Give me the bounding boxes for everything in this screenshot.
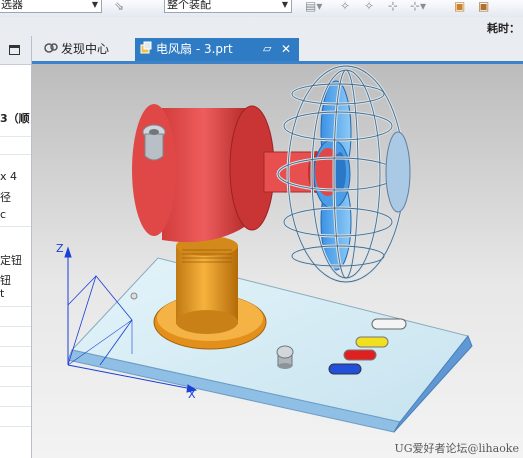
axis-z-label: Z xyxy=(56,242,64,255)
snap-mid-icon[interactable]: ⊹ xyxy=(388,0,398,13)
chevron-down-icon: ▼ xyxy=(281,0,289,9)
navigator-item[interactable]: x 4 xyxy=(0,170,17,183)
snap-point-icon[interactable]: ✧ xyxy=(340,0,350,13)
tab-menu-icon[interactable]: ▱ xyxy=(263,38,271,60)
snap-center-icon[interactable]: ⊹▾ xyxy=(410,0,426,13)
navigator-item[interactable]: 钮 xyxy=(0,272,11,288)
snap-end-icon[interactable]: ✧ xyxy=(364,0,374,13)
fan-model-view: Z X xyxy=(56,64,473,433)
blue-button[interactable] xyxy=(328,363,362,375)
navigator-item[interactable]: 3（顺 xyxy=(0,110,30,126)
assembly-icon[interactable]: ▣ xyxy=(478,0,489,13)
document-tab-strip: 发现中心 电风扇 - 3.prt ▱ ✕ xyxy=(32,36,523,64)
maximize-icon[interactable] xyxy=(9,45,20,55)
elapsed-time-label: 耗时： xyxy=(487,22,520,35)
filter-menu-icon[interactable]: ▤▾ xyxy=(305,0,322,13)
tab-fan-part[interactable]: 电风扇 - 3.prt ▱ ✕ xyxy=(135,38,299,61)
selection-filter-value: 选器 xyxy=(1,0,23,11)
white-button[interactable] xyxy=(371,318,407,330)
navigator-item[interactable]: c xyxy=(0,208,6,221)
axis-x-label: X xyxy=(188,388,196,401)
part-file-icon xyxy=(140,41,152,54)
selection-filter-dropdown[interactable]: 选器 ▼ xyxy=(0,0,102,13)
cap-screw[interactable] xyxy=(142,124,166,161)
navigator-item[interactable]: 定钮 xyxy=(0,252,22,268)
datum-point xyxy=(130,292,138,300)
status-bar: 耗时： xyxy=(0,17,523,37)
tab-label: 电风扇 - 3.prt xyxy=(156,42,233,56)
part-icon[interactable]: ▣ xyxy=(454,0,465,13)
navigator-item[interactable]: 径 xyxy=(0,189,11,205)
snap-icon[interactable]: ⇘ xyxy=(114,0,124,13)
red-button[interactable] xyxy=(343,349,377,361)
top-toolbar: 选器 ▼ ⇘ 整个装配 ▼ ▤▾ ✧ ✧ ⊹ ⊹▾ ▣ ▣ xyxy=(0,0,523,18)
tab-discovery-center[interactable]: 发现中心 xyxy=(40,38,132,61)
knob[interactable] xyxy=(276,345,294,369)
forum-watermark: UG爱好者论坛@lihaoke xyxy=(394,442,519,455)
guard-hub xyxy=(385,131,411,213)
chevron-down-icon: ▼ xyxy=(91,0,99,9)
graphics-viewport[interactable]: Z X UG爱好者论坛@lihaoke xyxy=(32,64,523,458)
assembly-scope-value: 整个装配 xyxy=(167,0,211,11)
discovery-center-icon xyxy=(44,43,58,53)
navigator-item[interactable]: t xyxy=(0,287,4,300)
yellow-button[interactable] xyxy=(355,336,389,348)
assembly-scope-dropdown[interactable]: 整个装配 ▼ xyxy=(164,0,292,13)
close-icon[interactable]: ✕ xyxy=(281,38,291,60)
tab-label: 发现中心 xyxy=(61,42,110,56)
part-navigator-panel: 3（顺 x 4 径 c 定钮 钮 t xyxy=(0,36,32,458)
navigator-header xyxy=(0,36,31,65)
base-plate[interactable] xyxy=(67,257,473,433)
